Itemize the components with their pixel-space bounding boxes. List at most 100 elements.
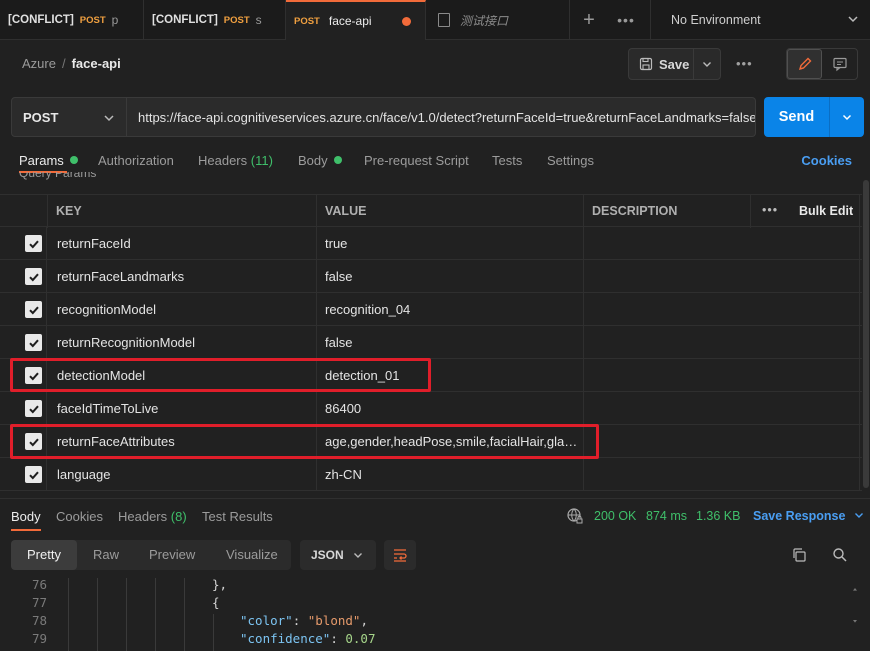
chevron-down-icon xyxy=(854,513,863,518)
param-enabled-checkbox[interactable] xyxy=(25,235,42,252)
new-tab-plus-icon[interactable]: + xyxy=(570,0,608,40)
save-response-button[interactable]: Save Response xyxy=(753,509,865,523)
format-pretty[interactable]: Pretty xyxy=(11,540,77,570)
breadcrumb-collection[interactable]: Azure xyxy=(22,56,56,71)
json-key: "color" xyxy=(240,613,293,628)
comments-icon[interactable] xyxy=(822,49,857,79)
response-time[interactable]: 874 ms xyxy=(646,509,687,523)
edit-pencil-icon[interactable] xyxy=(787,49,822,79)
tab-headers[interactable]: Headers (11) xyxy=(198,153,273,168)
cookies-link[interactable]: Cookies xyxy=(801,153,852,168)
response-tabs: Body Cookies Headers (8) Test Results 20… xyxy=(0,505,870,531)
param-key[interactable]: recognitionModel xyxy=(57,293,156,326)
request-tab-face-api[interactable]: POST face-api xyxy=(286,0,426,40)
tab-name: s xyxy=(255,13,262,27)
request-tab-conflict-2[interactable]: [CONFLICT] POST s xyxy=(144,0,286,40)
request-more-icon[interactable]: ••• xyxy=(736,56,753,71)
column-header-description: DESCRIPTION xyxy=(592,204,678,218)
chevron-down-icon xyxy=(848,16,858,23)
tabs-more-icon[interactable]: ••• xyxy=(608,0,644,40)
breadcrumb-request[interactable]: face-api xyxy=(72,56,121,71)
save-options-chevron-icon[interactable] xyxy=(694,58,720,70)
indent-guide xyxy=(155,578,156,651)
param-row: faceIdTimeToLive 86400 xyxy=(0,392,862,425)
response-tab-cookies[interactable]: Cookies xyxy=(56,509,103,524)
response-tab-headers[interactable]: Headers (8) xyxy=(118,509,187,524)
param-value[interactable]: false xyxy=(325,326,580,359)
param-value[interactable]: recognition_04 xyxy=(325,293,580,326)
save-button[interactable]: Save xyxy=(629,49,695,79)
tab-method: POST xyxy=(294,15,320,27)
param-enabled-checkbox[interactable] xyxy=(25,301,42,318)
param-key[interactable]: returnRecognitionModel xyxy=(57,326,195,359)
request-tab-conflict-1[interactable]: [CONFLICT] POST p xyxy=(0,0,144,40)
indent-guide xyxy=(184,578,185,651)
response-headers-label: Headers xyxy=(118,509,168,524)
copy-icon[interactable] xyxy=(791,547,807,563)
line-number: 78 xyxy=(31,613,47,628)
param-enabled-checkbox[interactable] xyxy=(25,400,42,417)
format-visualize[interactable]: Visualize xyxy=(226,540,278,570)
code-text: }, xyxy=(212,578,228,592)
param-enabled-checkbox[interactable] xyxy=(25,268,42,285)
param-enabled-checkbox[interactable] xyxy=(25,466,42,483)
tab-params[interactable]: Params xyxy=(19,153,78,168)
network-globe-icon[interactable] xyxy=(566,507,584,525)
column-options-icon[interactable]: ••• xyxy=(762,195,778,225)
param-enabled-checkbox[interactable] xyxy=(25,334,42,351)
checkbox-cell xyxy=(0,392,47,425)
param-key[interactable]: faceIdTimeToLive xyxy=(57,392,158,425)
response-status[interactable]: 200 OK xyxy=(594,509,636,523)
checkmark-icon xyxy=(28,405,39,413)
save-button-group: Save xyxy=(628,48,721,80)
tab-name: p xyxy=(111,13,119,27)
indent-guide xyxy=(126,578,127,651)
param-key[interactable]: language xyxy=(57,458,111,491)
search-icon[interactable] xyxy=(832,547,848,563)
response-active-tab-indicator xyxy=(11,529,41,531)
breadcrumb-separator: / xyxy=(61,56,66,71)
tab-params-label: Params xyxy=(19,153,64,168)
environment-selector[interactable]: No Environment xyxy=(650,0,870,40)
param-key[interactable]: returnFaceLandmarks xyxy=(57,260,184,293)
param-value[interactable]: false xyxy=(325,260,580,293)
checkmark-icon xyxy=(28,240,39,248)
bulk-edit-link[interactable]: Bulk Edit xyxy=(799,195,853,227)
send-options-chevron-icon[interactable] xyxy=(830,97,864,137)
tab-tests[interactable]: Tests xyxy=(492,153,522,168)
conflict-label: [CONFLICT] xyxy=(152,14,218,26)
response-tab-test-results[interactable]: Test Results xyxy=(202,509,273,524)
response-tab-body[interactable]: Body xyxy=(11,509,41,524)
param-value[interactable]: 86400 xyxy=(325,392,580,425)
tab-settings[interactable]: Settings xyxy=(547,153,594,168)
format-preview[interactable]: Preview xyxy=(149,540,195,570)
checkbox-cell xyxy=(0,227,47,260)
language-select[interactable]: JSON xyxy=(300,540,376,570)
param-value[interactable]: zh-CN xyxy=(325,458,580,491)
param-row: returnFaceId true xyxy=(0,227,862,260)
params-scrollbar[interactable] xyxy=(863,180,869,488)
request-tab-test[interactable]: 测试接口 xyxy=(426,0,570,40)
code-line: 77 { xyxy=(0,594,850,612)
param-row: language zh-CN xyxy=(0,458,862,491)
response-size[interactable]: 1.36 KB xyxy=(696,509,740,523)
json-string: "blond" xyxy=(307,613,361,628)
headers-count: (11) xyxy=(250,153,273,168)
response-divider[interactable] xyxy=(0,498,870,499)
tab-prerequest-script[interactable]: Pre-request Script xyxy=(364,153,469,168)
code-scrollbar[interactable] xyxy=(852,588,858,628)
wrap-lines-icon[interactable] xyxy=(384,540,416,570)
code-line: 79 "confidence": 0.07 xyxy=(0,630,850,648)
tab-body[interactable]: Body xyxy=(298,153,342,168)
param-key[interactable]: returnFaceId xyxy=(57,227,131,260)
format-raw[interactable]: Raw xyxy=(93,540,119,570)
method-select[interactable]: POST xyxy=(11,97,127,137)
send-button[interactable]: Send xyxy=(764,97,830,137)
checkbox-cell xyxy=(0,293,47,326)
environment-label: No Environment xyxy=(671,13,761,27)
tab-authorization[interactable]: Authorization xyxy=(98,153,174,168)
checkmark-icon xyxy=(28,306,39,314)
checkbox-cell xyxy=(0,458,47,491)
param-value[interactable]: true xyxy=(325,227,580,260)
url-input[interactable]: https://face-api.cognitiveservices.azure… xyxy=(127,97,756,137)
